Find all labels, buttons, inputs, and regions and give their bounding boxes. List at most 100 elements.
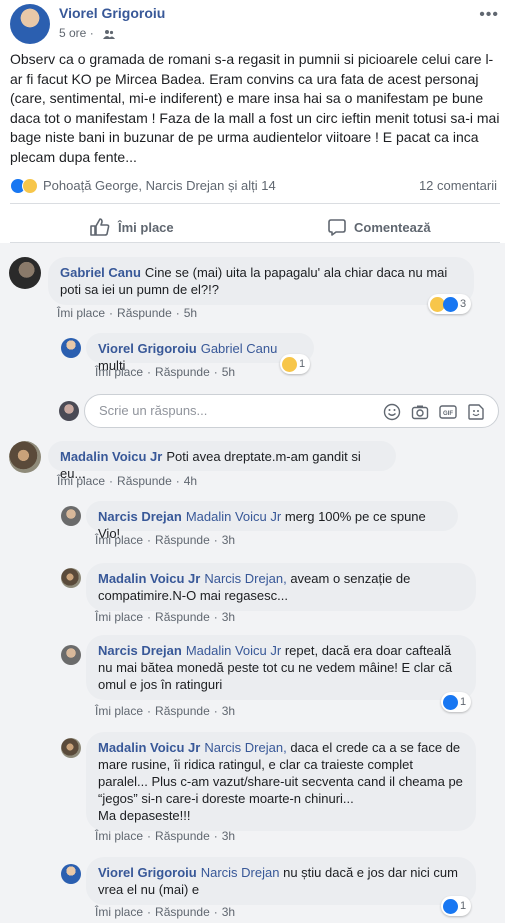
reaction-badge[interactable]: 3 <box>428 294 472 314</box>
comment-bubble: Madalin Voicu Jr Narcis Drejan, aveam o s… <box>86 563 476 611</box>
reaction-count: 1 <box>299 358 306 370</box>
reaction-badge[interactable]: 1 <box>441 896 472 916</box>
comment-author[interactable]: Narcis Drejan <box>98 509 182 524</box>
reaction-badge[interactable]: 1 <box>280 354 311 374</box>
comment-reply-link[interactable]: Răspunde <box>155 610 210 624</box>
post-header: Viorel Grigoroiu 5 ore · ••• <box>0 0 505 46</box>
comment-time[interactable]: 5h <box>222 365 235 379</box>
comment-like-link[interactable]: Îmi place <box>95 905 143 919</box>
comment-like-link[interactable]: Îmi place <box>95 533 143 547</box>
comment-tag[interactable]: Narcis Drejan <box>201 865 280 880</box>
comment-button-label: Comentează <box>354 219 431 235</box>
comment-reply-link[interactable]: Răspunde <box>155 829 210 843</box>
comment-actions: Îmi place · Răspunde · 4h <box>57 474 198 488</box>
like-reaction-icon <box>443 296 458 312</box>
reply-input[interactable]: Scrie un răspuns... GIF <box>84 394 499 428</box>
comment-bubble: Viorel Grigoroiu Gabriel Canu multi <box>86 333 314 373</box>
reaction-count: 1 <box>460 696 467 708</box>
comment-reply-link[interactable]: Răspunde <box>117 306 172 320</box>
haha-reaction-icon <box>282 356 297 372</box>
avatar[interactable] <box>61 506 81 526</box>
comment-reply-link[interactable]: Răspunde <box>155 704 210 718</box>
svg-text:GIF: GIF <box>443 411 453 417</box>
comment-author[interactable]: Madalin Voicu Jr <box>98 571 200 586</box>
current-user-avatar <box>59 401 79 421</box>
avatar[interactable] <box>61 568 81 588</box>
comment-bubble: Madalin Voicu Jr Poti avea dreptate.m-am … <box>48 441 396 481</box>
comment-time[interactable]: 3h <box>222 905 235 919</box>
comment-icon <box>328 219 346 236</box>
comment-text-line: Ma depaseste!!! <box>98 808 191 823</box>
comment-bubble: Madalin Voicu Jr Narcis Drejan, daca el c… <box>86 732 476 831</box>
comment-time[interactable]: 5h <box>184 306 197 320</box>
comment-tag[interactable]: Narcis Drejan, <box>204 571 286 586</box>
comment-actions: Îmi place · Răspunde · 3h <box>95 610 236 624</box>
avatar[interactable] <box>61 645 81 665</box>
comment-actions: Îmi place · Răspunde · 3h <box>95 829 236 843</box>
comment-like-link[interactable]: Îmi place <box>57 474 105 488</box>
comment-author[interactable]: Viorel Grigoroiu <box>98 865 197 880</box>
post-time[interactable]: 5 ore <box>59 26 86 40</box>
comment-author[interactable]: Viorel Grigoroiu <box>98 341 197 356</box>
comment-bubble: Narcis Drejan Madalin Voicu Jr merg 100% … <box>86 501 458 541</box>
comment-bubble: Gabriel Canu Cine se (mai) uita la papaga… <box>48 257 474 305</box>
avatar[interactable] <box>61 864 81 884</box>
comment-actions: Îmi place · Răspunde · 3h <box>95 905 236 919</box>
post-author-name[interactable]: Viorel Grigoroiu <box>59 5 165 21</box>
like-button[interactable]: Îmi place <box>90 216 174 238</box>
sticker-icon[interactable] <box>467 403 485 421</box>
post-meta: 5 ore · <box>59 26 116 40</box>
comment-author[interactable]: Madalin Voicu Jr <box>98 740 200 755</box>
comments-count[interactable]: 12 comentarii <box>419 178 497 193</box>
comment-author[interactable]: Madalin Voicu Jr <box>60 449 162 464</box>
comment-author[interactable]: Gabriel Canu <box>60 265 141 280</box>
comment-reply-link[interactable]: Răspunde <box>117 474 172 488</box>
reply-placeholder: Scrie un răspuns... <box>99 403 208 418</box>
comment-reply-link[interactable]: Răspunde <box>155 533 210 547</box>
avatar[interactable] <box>61 738 81 758</box>
camera-icon[interactable] <box>411 403 429 421</box>
comment-reply-link[interactable]: Răspunde <box>155 905 210 919</box>
emoji-icon[interactable] <box>383 403 401 421</box>
comment-actions: Îmi place · Răspunde · 3h <box>95 533 236 547</box>
comment-tag[interactable]: Narcis Drejan, <box>204 740 286 755</box>
reactions-names[interactable]: Pohoață George, Narcis Drejan și alți 14 <box>43 178 276 193</box>
comment-button[interactable]: Comentează <box>328 216 431 238</box>
comment-like-link[interactable]: Îmi place <box>57 306 105 320</box>
gif-icon[interactable]: GIF <box>439 403 457 421</box>
more-options-icon[interactable]: ••• <box>479 6 499 24</box>
comment-actions: Îmi place · Răspunde · 5h <box>57 306 198 320</box>
comment-time[interactable]: 4h <box>184 474 197 488</box>
comment-like-link[interactable]: Îmi place <box>95 365 143 379</box>
reaction-icons <box>10 178 40 194</box>
friends-audience-icon <box>103 29 116 39</box>
like-button-label: Îmi place <box>118 219 174 235</box>
comment-bubble: Narcis Drejan Madalin Voicu Jr repet, dac… <box>86 635 476 700</box>
comment-time[interactable]: 3h <box>222 704 235 718</box>
comment-reply-link[interactable]: Răspunde <box>155 365 210 379</box>
avatar[interactable] <box>9 441 41 473</box>
comment-tag[interactable]: Gabriel Canu <box>201 341 278 356</box>
reactions-summary[interactable]: Pohoață George, Narcis Drejan și alți 14… <box>10 176 500 196</box>
thumbs-up-icon <box>90 218 110 236</box>
comment-time[interactable]: 3h <box>222 829 235 843</box>
comment-actions: Îmi place · Răspunde · 3h <box>95 704 236 718</box>
comment-bubble: Viorel Grigoroiu Narcis Drejan nu știu da… <box>86 857 476 905</box>
comment-tag[interactable]: Madalin Voicu Jr <box>186 509 281 524</box>
author-avatar[interactable] <box>10 4 50 44</box>
comment-time[interactable]: 3h <box>222 610 235 624</box>
comment-like-link[interactable]: Îmi place <box>95 704 143 718</box>
reaction-badge[interactable]: 1 <box>441 692 472 712</box>
comment-time[interactable]: 3h <box>222 533 235 547</box>
comment-actions: Îmi place · Răspunde · 5h <box>95 365 236 379</box>
comment-author[interactable]: Narcis Drejan <box>98 643 182 658</box>
comment-like-link[interactable]: Îmi place <box>95 610 143 624</box>
avatar[interactable] <box>61 338 81 358</box>
comment-tag[interactable]: Madalin Voicu Jr <box>186 643 281 658</box>
dot-separator: · <box>89 26 94 40</box>
avatar[interactable] <box>9 257 41 289</box>
post-text: Observ ca o gramada de romani s-a regasi… <box>10 51 500 165</box>
comment-like-link[interactable]: Îmi place <box>95 829 143 843</box>
like-reaction-icon <box>443 898 458 914</box>
reaction-count: 1 <box>460 900 467 912</box>
